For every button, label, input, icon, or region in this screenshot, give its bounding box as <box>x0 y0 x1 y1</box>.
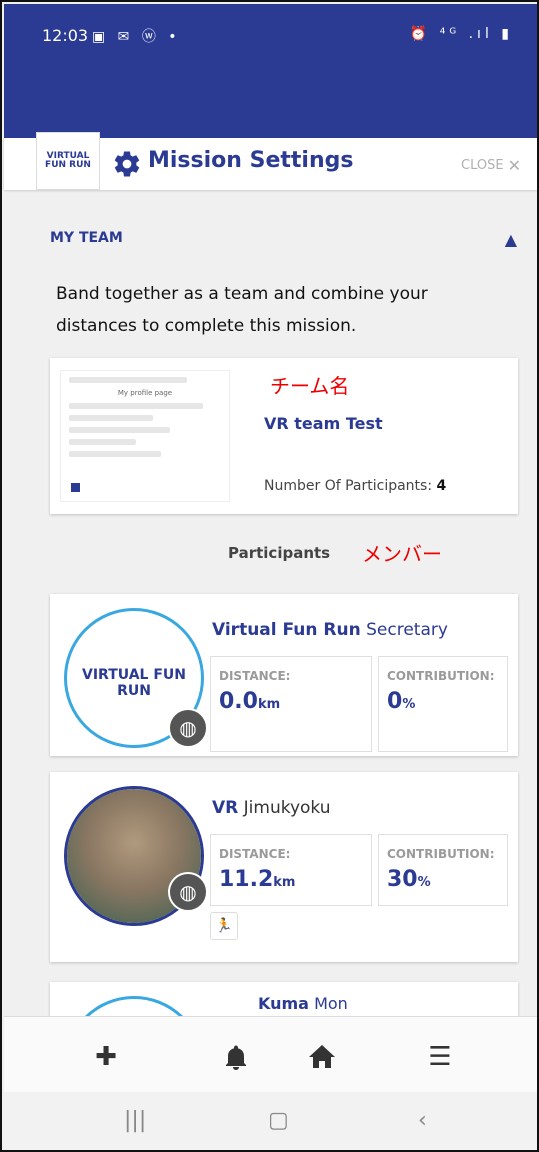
home-circle-icon[interactable]: ▢ <box>268 1108 289 1133</box>
member-name[interactable]: VR Jimukyoku <box>212 798 331 818</box>
gear-icon <box>114 151 140 177</box>
member-name[interactable]: Kuma Mon <box>258 994 348 1013</box>
avatar-logo-text: VIRTUAL FUN RUN <box>82 667 186 699</box>
checkbox-checked-icon <box>71 483 80 492</box>
contribution-stat: CONTRIBUTION: 0% <box>378 656 508 752</box>
member-card[interactable]: VIRTUAL FUN RUN ◍ Virtual Fun Run Secret… <box>50 594 518 756</box>
back-icon[interactable]: ‹ <box>418 1108 427 1133</box>
participants-heading: Participants <box>228 544 331 562</box>
avatar <box>64 996 204 1016</box>
running-activity-icon: 🏃 <box>210 912 238 940</box>
status-bar: 12:03 ▣ ✉ ⓦ • ⏰ ⁴ᴳ .ıl ▮ <box>4 4 537 138</box>
virtual-fun-run-logo: VIRTUAL FUN RUN <box>36 132 100 190</box>
distance-stat: DISTANCE: 11.2km <box>210 834 372 906</box>
distance-stat: DISTANCE: 0.0km <box>210 656 372 752</box>
members-annotation: メンバー <box>362 542 442 566</box>
phone-screen: 12:03 ▣ ✉ ⓦ • ⏰ ⁴ᴳ .ıl ▮ VIRTUAL FUN RUN… <box>0 0 539 1152</box>
team-thumbnail: My profile page <box>60 370 230 502</box>
team-card[interactable]: My profile page チーム名 VR team Test Number… <box>50 358 518 514</box>
recent-apps-icon[interactable]: ||| <box>124 1108 146 1133</box>
team-description: Band together as a team and combine your… <box>56 284 428 336</box>
chevron-up-icon[interactable]: ▲ <box>505 230 517 249</box>
member-name[interactable]: Virtual Fun Run Secretary <box>212 620 448 640</box>
close-label: CLOSE <box>461 158 504 173</box>
team-name-annotation: チーム名 <box>270 374 350 398</box>
android-navigation-bar: ||| ▢ ‹ <box>4 1092 537 1150</box>
team-name[interactable]: VR team Test <box>264 414 383 433</box>
status-time: 12:03 <box>42 26 89 45</box>
mission-settings-content[interactable]: MY TEAM ▲ Band together as a team and co… <box>4 190 537 1016</box>
menu-list-icon[interactable]: ☰ <box>420 1037 460 1077</box>
globe-icon: ◍ <box>168 708 208 748</box>
thumbnail-title: My profile page <box>117 389 173 397</box>
page-title: Mission Settings <box>148 148 354 173</box>
bottom-navigation: ✚ ☰ <box>4 1016 537 1093</box>
contribution-stat: CONTRIBUTION: 30% <box>378 834 508 906</box>
add-icon[interactable]: ✚ <box>86 1037 126 1077</box>
my-team-section-toggle[interactable]: MY TEAM <box>50 230 123 246</box>
participants-count: Number Of Participants: 4 <box>264 478 447 494</box>
globe-icon: ◍ <box>168 872 208 912</box>
notification-icons: ▣ ✉ ⓦ • <box>92 29 181 45</box>
system-status-icons: ⏰ ⁴ᴳ .ıl ▮ <box>409 26 513 42</box>
close-button[interactable]: CLOSE ✕ <box>461 156 521 175</box>
home-icon[interactable] <box>302 1037 342 1077</box>
bell-icon[interactable] <box>216 1037 256 1077</box>
member-card[interactable]: ◍ VR Jimukyoku DISTANCE: 11.2km CONTRIBU… <box>50 772 518 962</box>
member-card[interactable]: Kuma Mon <box>50 982 518 1016</box>
close-icon: ✕ <box>507 156 521 175</box>
